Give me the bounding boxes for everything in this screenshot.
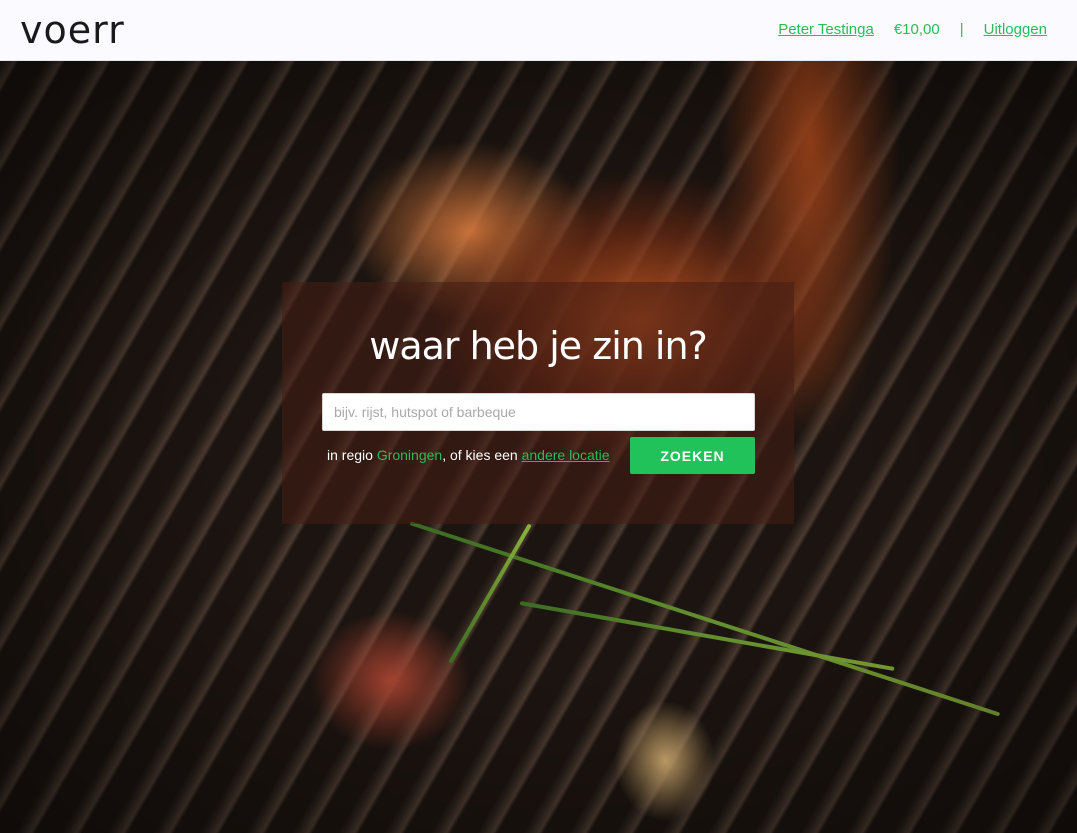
top-navbar: voerr Peter Testinga €10,00 | Uitloggen <box>0 0 1077 61</box>
region-selector: in regio Groningen, of kies een andere l… <box>327 445 610 465</box>
search-button[interactable]: ZOEKEN <box>630 437 755 474</box>
search-heading: waar heb je zin in? <box>369 324 708 368</box>
search-panel: waar heb je zin in? in regio Groningen, … <box>282 282 794 524</box>
region-prefix: in regio <box>327 447 373 463</box>
user-profile-link[interactable]: Peter Testinga <box>778 20 874 40</box>
region-middle-text: , of kies een <box>442 447 518 463</box>
user-menu: Peter Testinga €10,00 | Uitloggen <box>778 20 1047 40</box>
search-input[interactable] <box>322 393 755 431</box>
balance-amount: €10,00 <box>893 21 940 38</box>
logout-link[interactable]: Uitloggen <box>984 20 1047 40</box>
logo[interactable]: voerr <box>20 6 125 54</box>
nav-separator: | <box>959 21 964 38</box>
other-location-link[interactable]: andere locatie <box>522 447 610 463</box>
region-name: Groningen <box>376 447 443 463</box>
